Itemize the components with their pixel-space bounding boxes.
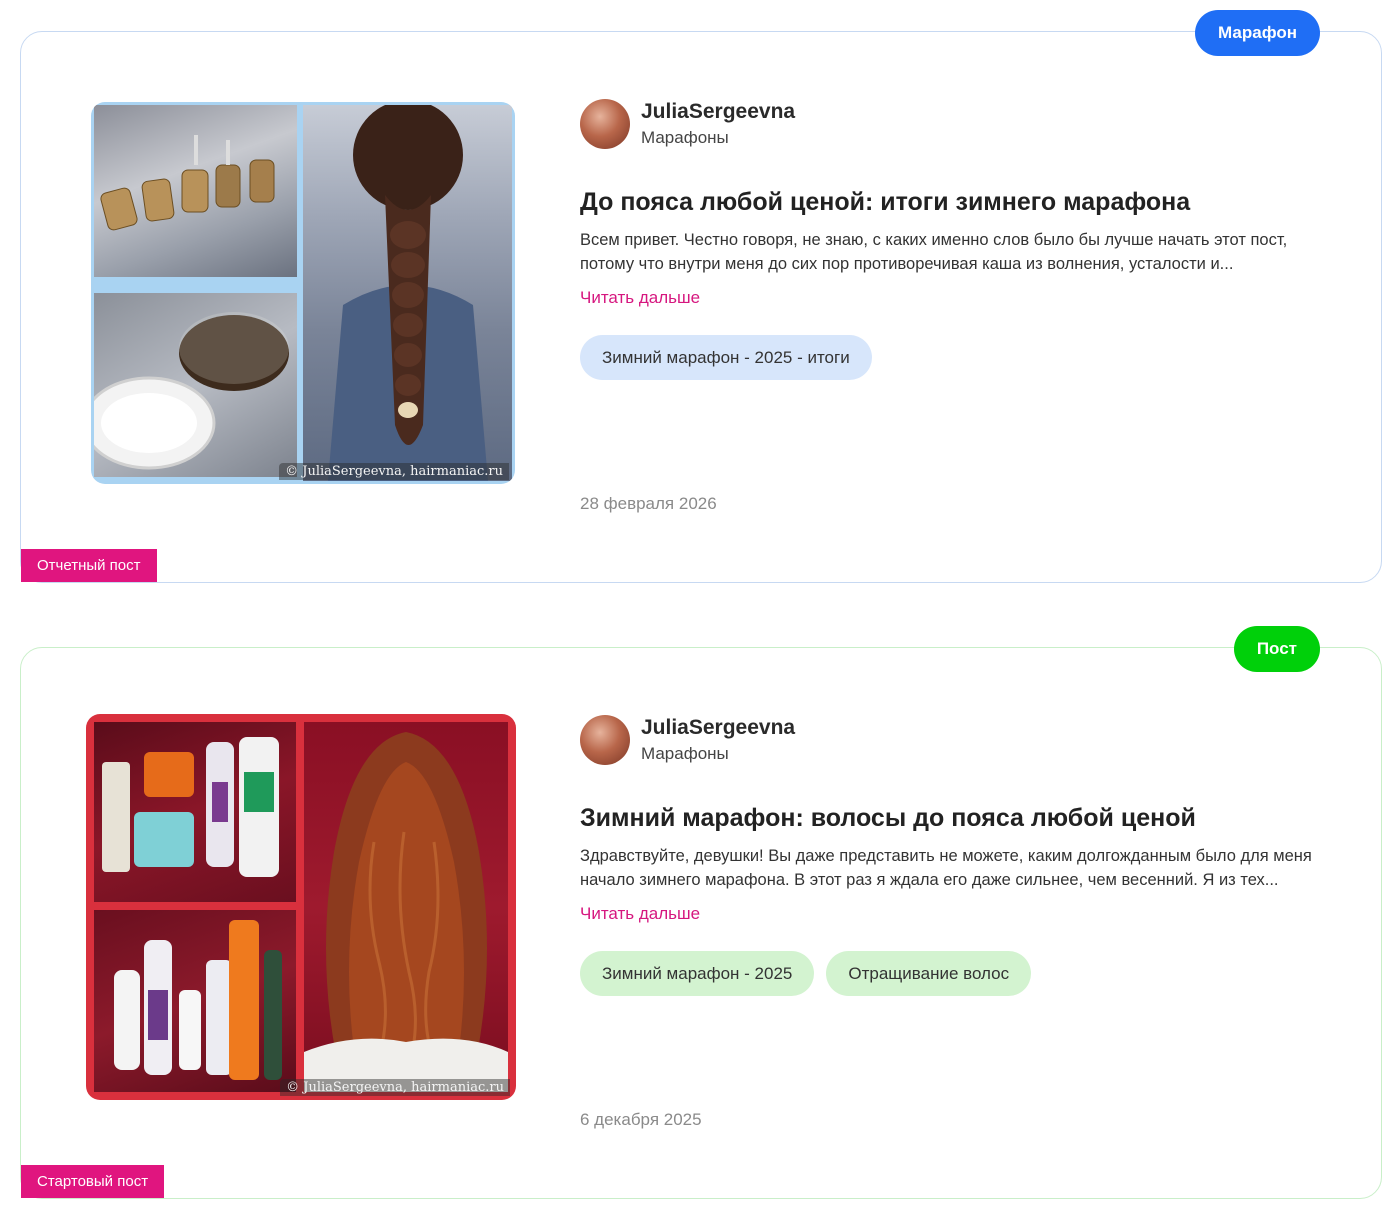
- author-group[interactable]: Марафоны: [641, 126, 795, 150]
- cover-photo-ampoules: [94, 105, 297, 277]
- author-name[interactable]: JuliaSergeevna: [641, 715, 795, 741]
- post-cover-collage[interactable]: © JuliaSergeevna, hairmaniac.ru: [86, 714, 516, 1100]
- tag-chip[interactable]: Зимний марафон - 2025: [580, 951, 815, 996]
- avatar[interactable]: [580, 715, 630, 765]
- avatar[interactable]: [580, 99, 630, 149]
- post-card[interactable]: Марафон © JuliaSergeevna, hairmaniac.ru …: [20, 10, 1382, 583]
- cover-photo-braid: [303, 105, 512, 481]
- cover-watermark: © JuliaSergeevna, hairmaniac.ru: [280, 1079, 510, 1096]
- cover-photo-products-bottom: [94, 910, 296, 1092]
- post-excerpt: Здравствуйте, девушки! Вы даже представи…: [580, 847, 1312, 889]
- tag-list: Зимний марафон - 2025 - итоги: [580, 335, 1321, 380]
- post-date: 28 февраля 2026: [580, 494, 717, 513]
- post-excerpt: Всем привет. Честно говоря, не знаю, с к…: [580, 231, 1288, 273]
- post-kind-badge: Отчетный пост: [21, 549, 157, 582]
- post-date: 6 декабря 2025: [580, 1110, 702, 1129]
- cover-photo-long-hair: [304, 722, 508, 1092]
- tag-list: Зимний марафон - 2025 Отращивание волос: [580, 951, 1321, 996]
- post-kind-badge: Стартовый пост: [21, 1165, 165, 1198]
- author-group[interactable]: Марафоны: [641, 742, 795, 766]
- cover-photo-hair-mask-jar: [94, 293, 297, 477]
- tag-chip[interactable]: Зимний марафон - 2025 - итоги: [580, 335, 872, 380]
- post-cover-collage[interactable]: © JuliaSergeevna, hairmaniac.ru: [91, 102, 515, 484]
- post-type-badge[interactable]: Пост: [1233, 626, 1320, 672]
- author-name[interactable]: JuliaSergeevna: [641, 99, 795, 125]
- post-type-badge[interactable]: Марафон: [1195, 10, 1320, 56]
- tag-chip[interactable]: Отращивание волос: [826, 951, 1032, 996]
- post-title[interactable]: До пояса любой ценой: итоги зимнего мара…: [580, 186, 1321, 218]
- post-card[interactable]: Пост © JuliaSergeevna, hairmaniac.ru Jul…: [20, 626, 1382, 1199]
- read-more-link[interactable]: Читать дальше: [580, 286, 700, 310]
- author-row[interactable]: JuliaSergeevna Марафоны: [580, 98, 1321, 150]
- cover-photo-products-top: [94, 722, 296, 902]
- author-row[interactable]: JuliaSergeevna Марафоны: [580, 714, 1321, 766]
- read-more-link[interactable]: Читать дальше: [580, 902, 700, 926]
- post-title[interactable]: Зимний марафон: волосы до пояса любой це…: [580, 802, 1321, 834]
- cover-watermark: © JuliaSergeevna, hairmaniac.ru: [279, 463, 509, 480]
